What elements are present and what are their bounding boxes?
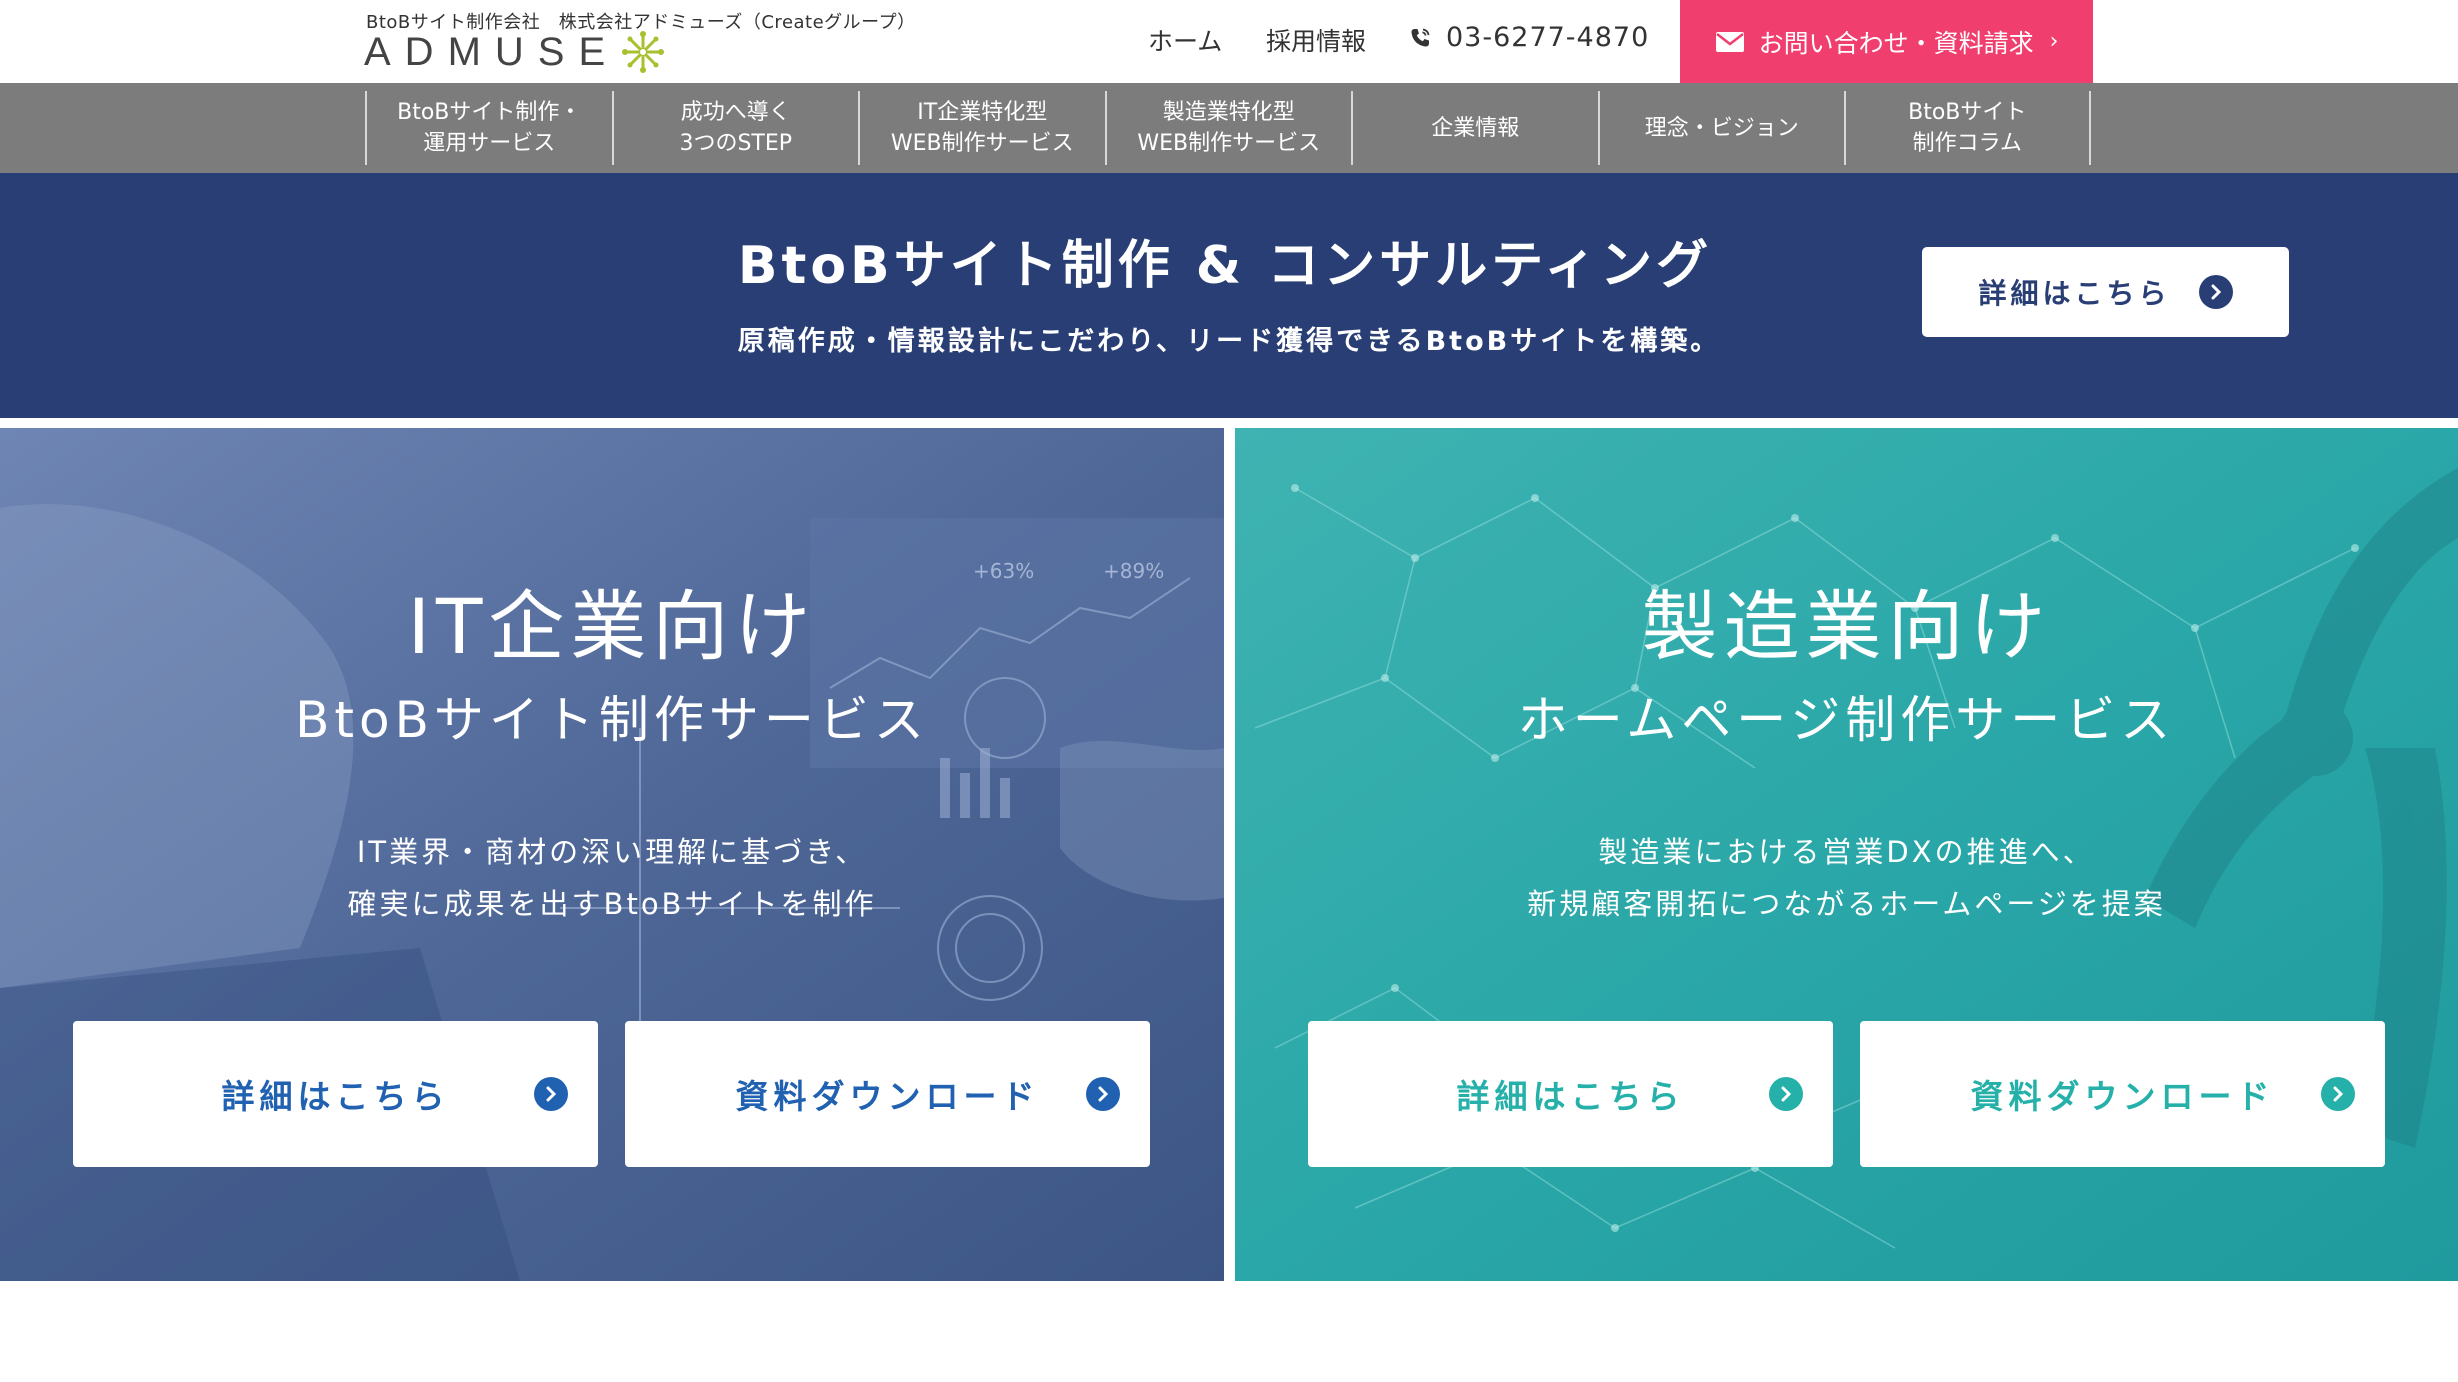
gnav-item-line2: WEB制作サービス	[1137, 131, 1321, 156]
phone-text: 03-6277-4870	[1446, 22, 1650, 53]
logo-sparkle-icon	[622, 31, 665, 73]
nav-recruit-link[interactable]: 採用情報	[1266, 22, 1366, 58]
nav-home-link[interactable]: ホーム	[1148, 22, 1222, 58]
gnav-item-line1: IT企業特化型	[917, 100, 1048, 125]
gnav-item-line1: 製造業特化型	[1162, 100, 1295, 125]
mfg-download-label: 資料ダウンロード	[1970, 1077, 2275, 1116]
it-panel-description: IT業界・商材の深い理解に基づき、 確実に成果を出すBtoBサイトを制作	[0, 826, 1224, 930]
logo-text: ADMUSE	[364, 29, 620, 74]
gnav-item-company[interactable]: 企業情報	[1351, 91, 1598, 165]
mfg-detail-label: 詳細はこちら	[1456, 1077, 1685, 1116]
mfg-panel-description: 製造業における営業DXの推進へ、 新規顧客開拓につながるホームページを提案	[1235, 826, 2458, 930]
mfg-panel-title: 製造業向け	[1641, 582, 2052, 671]
gnav-item-3-steps[interactable]: 成功へ導く 3つのSTEP	[611, 91, 859, 165]
it-desc-line1: IT業界・商材の深い理解に基づき、	[356, 835, 868, 869]
manufacturing-panel: 製造業向け ホームページ制作サービス 製造業における営業DXの推進へ、 新規顧客…	[1235, 428, 2458, 1281]
mfg-download-button[interactable]: 資料ダウンロード	[1860, 1021, 2385, 1167]
gnav-item-line1: 理念・ビジョン	[1644, 115, 1799, 141]
site-logo[interactable]: ADMUSE	[364, 30, 665, 74]
gnav-item-line2: WEB制作サービス	[890, 131, 1074, 156]
it-panel-subtitle: BtoBサイト制作サービス	[295, 691, 929, 749]
it-company-panel: +63% +89% IT企業向け BtoBサイト制作サービス IT業界・商材の深…	[0, 428, 1224, 1281]
gnav-item-vision[interactable]: 理念・ビジョン	[1597, 91, 1845, 165]
gnav-item-line1: 企業情報	[1431, 115, 1520, 141]
mfg-desc-line2: 新規顧客開拓につながるホームページを提案	[1527, 887, 2166, 921]
hero-detail-button[interactable]: 詳細はこちら	[1922, 247, 2289, 337]
gnav-item-line1: 成功へ導く	[680, 100, 791, 125]
arrow-right-circle-icon	[2198, 275, 2233, 309]
chevron-right-icon: ›	[2049, 29, 2059, 54]
site-header: BtoBサイト制作会社 株式会社アドミューズ（Createグループ） ADMUS…	[0, 0, 2458, 83]
phone-number[interactable]: 03-6277-4870	[1408, 22, 1649, 53]
mfg-desc-line1: 製造業における営業DXの推進へ、	[1598, 835, 2095, 869]
mfg-panel-subtitle: ホームページ制作サービス	[1517, 691, 2176, 749]
gnav-item-line2: 運用サービス	[423, 131, 556, 156]
arrow-right-circle-icon	[1086, 1077, 1120, 1111]
gnav-item-line1: BtoBサイト	[1908, 100, 2027, 125]
gnav-item-line1: BtoBサイト制作・	[397, 100, 582, 125]
contact-request-label: お問い合わせ・資料請求	[1758, 28, 2034, 58]
phone-icon	[1411, 28, 1430, 46]
arrow-right-circle-icon	[534, 1077, 568, 1111]
it-detail-button[interactable]: 詳細はこちら	[73, 1021, 598, 1167]
gnav-item-line2: 3つのSTEP	[679, 131, 793, 156]
gnav-item-btob-service[interactable]: BtoBサイト制作・ 運用サービス	[365, 91, 612, 165]
hero-banner: BtoBサイト制作 & コンサルティング 原稿作成・情報設計にこだわり、リード獲…	[0, 173, 2458, 418]
arrow-right-circle-icon	[2321, 1077, 2355, 1111]
mail-icon	[1715, 31, 1744, 52]
gnav-item-it-web[interactable]: IT企業特化型 WEB制作サービス	[858, 91, 1105, 165]
contact-request-button[interactable]: お問い合わせ・資料請求 ›	[1680, 0, 2093, 83]
it-desc-line2: 確実に成果を出すBtoBサイトを制作	[347, 887, 877, 921]
gnav-item-line2: 制作コラム	[1912, 131, 2022, 156]
gnav-item-mfg-web[interactable]: 製造業特化型 WEB制作サービス	[1104, 91, 1352, 165]
mfg-detail-button[interactable]: 詳細はこちら	[1308, 1021, 1833, 1167]
hero-detail-label: 詳細はこちら	[1978, 277, 2171, 310]
it-download-button[interactable]: 資料ダウンロード	[625, 1021, 1150, 1167]
gnav-item-column[interactable]: BtoBサイト 制作コラム	[1844, 91, 2091, 165]
global-nav: BtoBサイト制作・ 運用サービス 成功へ導く 3つのSTEP IT企業特化型 WEB…	[0, 83, 2458, 173]
it-download-label: 資料ダウンロード	[735, 1077, 1040, 1116]
it-detail-label: 詳細はこちら	[221, 1077, 450, 1116]
arrow-right-circle-icon	[1769, 1077, 1803, 1111]
it-panel-title: IT企業向け	[407, 582, 817, 671]
